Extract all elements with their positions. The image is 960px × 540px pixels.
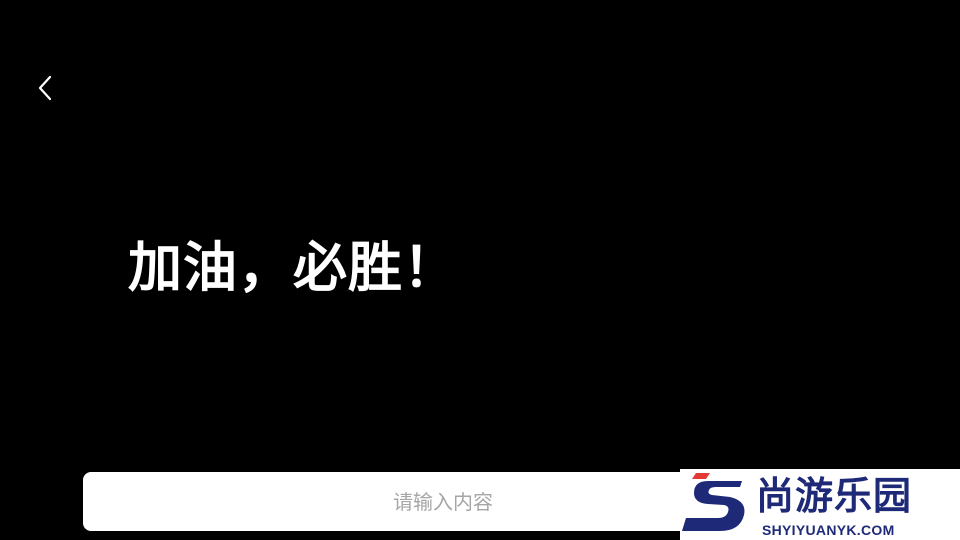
back-button[interactable] — [28, 70, 62, 106]
watermark-title: 尚游乐园 — [756, 474, 913, 518]
watermark: 尚游乐园 SHYIYUANYK.COM — [680, 469, 960, 540]
chevron-left-icon — [37, 75, 53, 101]
watermark-domain: SHYIYUANYK.COM — [762, 522, 895, 538]
display-text: 加油，必胜！ — [128, 236, 458, 299]
brand-logo-icon — [680, 469, 752, 540]
